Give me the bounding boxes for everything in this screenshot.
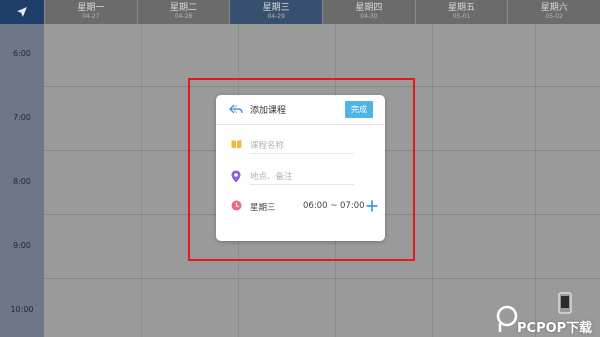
- time-slot-row[interactable]: 星期三 06:00 ~ 07:00: [216, 196, 385, 216]
- day-header-mon[interactable]: 星期一 04-27: [44, 0, 137, 24]
- hour-label: 9:00: [13, 241, 31, 250]
- location-field[interactable]: 地点、备注: [216, 166, 385, 186]
- day-name: 星期三: [262, 3, 290, 13]
- column-divider: [141, 24, 142, 337]
- send-arrow-icon: [17, 7, 27, 17]
- time-range-value[interactable]: 06:00 ~ 07:00: [303, 201, 365, 211]
- input-underline: [250, 153, 354, 154]
- row-divider: [44, 278, 600, 279]
- book-icon: [231, 140, 242, 149]
- day-date: 04-30: [360, 13, 378, 20]
- weekday-value[interactable]: 星期三: [250, 201, 276, 213]
- week-header: 星期一 04-27 星期二 04-28 星期三 04-29 星期四 04-30 …: [0, 0, 600, 24]
- hour-label: 7:00: [13, 113, 31, 122]
- day-name: 星期五: [448, 3, 476, 13]
- input-underline: [250, 184, 354, 185]
- dialog-title: 添加课程: [250, 106, 287, 116]
- course-name-field[interactable]: 课程名称: [216, 135, 385, 155]
- day-header-tue[interactable]: 星期二 04-28: [136, 0, 230, 24]
- done-button[interactable]: 完成: [345, 101, 373, 118]
- pcpop-logo-mark: [496, 305, 518, 332]
- plus-icon: [366, 200, 378, 212]
- day-name: 星期二: [170, 3, 198, 13]
- day-header-fri[interactable]: 星期五 05-01: [414, 0, 508, 24]
- reply-arrow-icon[interactable]: [229, 104, 243, 114]
- column-divider: [432, 24, 433, 337]
- day-header-thu[interactable]: 星期四 04-30: [322, 0, 415, 24]
- nav-button[interactable]: [0, 0, 44, 24]
- day-name: 星期一: [77, 3, 105, 13]
- site-watermark: PCPOP下载: [496, 292, 600, 337]
- phone-icon: [558, 292, 572, 314]
- hour-label: 10:00: [10, 305, 34, 314]
- day-header-wed[interactable]: 星期三 04-29: [229, 0, 323, 24]
- add-course-dialog: 添加课程 完成 课程名称 地点、备注 星期三 06:00 ~ 07:00: [216, 95, 385, 241]
- hour-label: 8:00: [13, 177, 31, 186]
- day-name: 星期六: [540, 3, 568, 13]
- day-name: 星期四: [355, 3, 383, 13]
- add-time-button[interactable]: [363, 197, 381, 215]
- day-date: 04-28: [174, 13, 193, 20]
- day-date: 04-27: [82, 13, 100, 20]
- day-header-sat[interactable]: 星期六 05-02: [507, 0, 600, 24]
- column-divider: [535, 24, 536, 337]
- course-name-placeholder: 课程名称: [250, 141, 285, 151]
- clock-icon: [231, 200, 242, 211]
- day-date: 05-01: [452, 13, 471, 20]
- watermark-text: PCPOP下载: [517, 321, 593, 336]
- day-date: 04-29: [267, 13, 285, 20]
- hour-label: 6:00: [13, 49, 31, 58]
- dialog-header: 添加课程 完成: [216, 95, 385, 125]
- location-placeholder: 地点、备注: [250, 172, 293, 182]
- day-date: 05-02: [545, 13, 563, 20]
- location-pin-icon: [231, 170, 241, 183]
